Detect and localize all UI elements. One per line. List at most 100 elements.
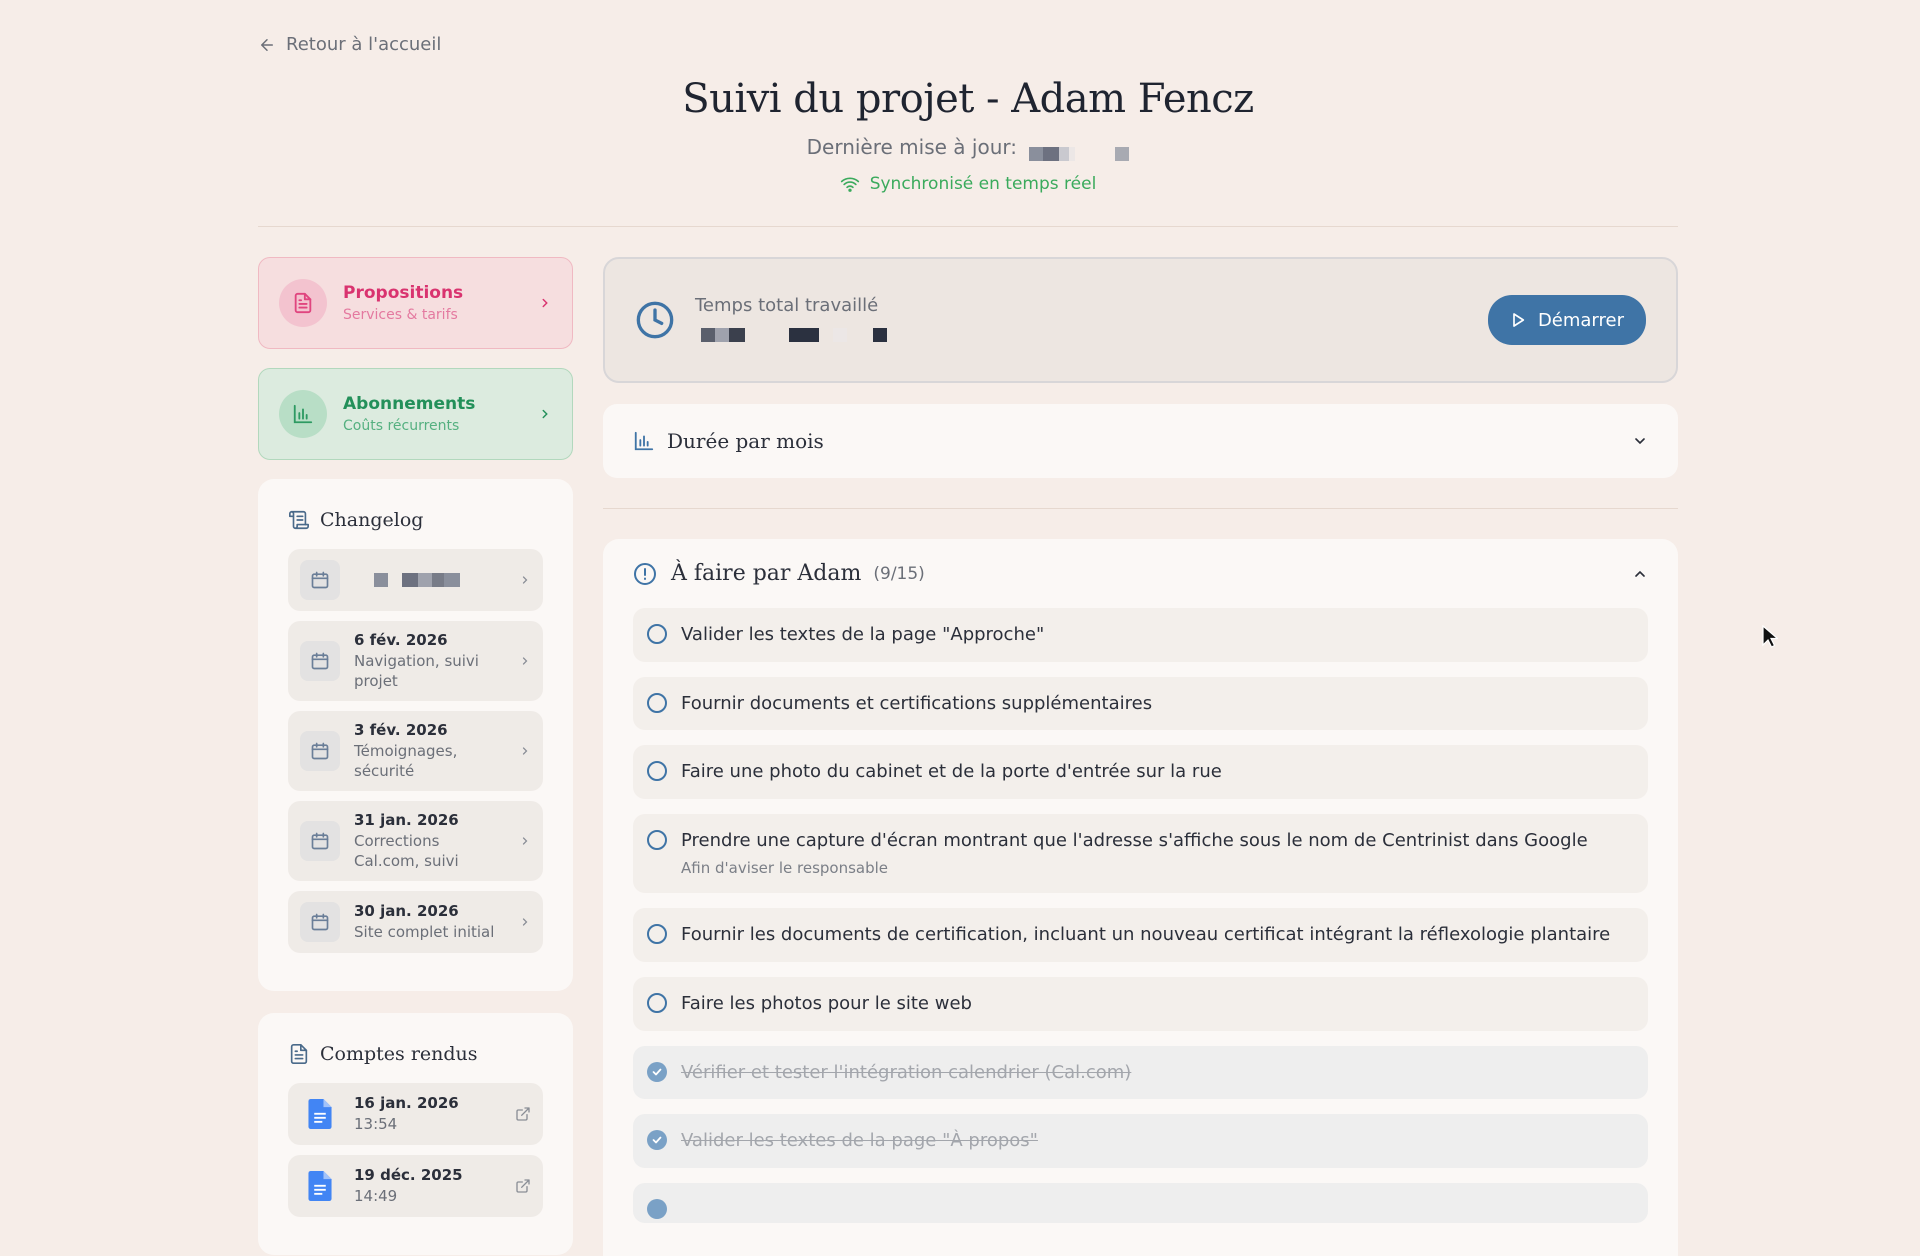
changelog-item[interactable] <box>288 549 543 611</box>
task-item[interactable]: Faire les photos pour le site web <box>633 976 1648 1031</box>
task-text: Valider les textes de la page "Approche" <box>681 624 1045 645</box>
changelog-date: 31 jan. 2026 <box>354 811 459 829</box>
calendar-icon <box>300 731 340 771</box>
chevron-right-icon <box>522 657 528 665</box>
calendar-icon <box>300 902 340 942</box>
redacted-entry <box>354 573 505 587</box>
task-checkbox[interactable] <box>647 924 667 945</box>
chevron-right-icon <box>522 576 528 584</box>
changelog-item[interactable]: 6 fév. 2026 Navigation, suivi projet <box>288 621 543 701</box>
task-text: Faire une photo du cabinet et de la port… <box>681 761 1222 783</box>
propositions-subtitle: Services & tarifs <box>343 307 458 323</box>
task-item-completed[interactable]: Vérifier et tester l'intégration calendr… <box>633 1045 1648 1100</box>
file-text-icon <box>290 1044 308 1064</box>
abonnements-card[interactable]: Abonnements Coûts récurrents <box>258 368 573 460</box>
task-checkbox[interactable] <box>647 692 667 713</box>
task-checkbox[interactable] <box>647 624 667 644</box>
left-column: Propositions Services & tarifs Abonnemen… <box>258 257 573 1255</box>
changelog-title: Changelog <box>320 509 424 531</box>
back-link-label: Retour à l'accueil <box>286 34 442 55</box>
report-date: 16 jan. 2026 <box>354 1093 459 1112</box>
task-checked[interactable] <box>647 1198 667 1219</box>
start-timer-button[interactable]: Démarrer <box>1487 295 1646 345</box>
scroll-icon <box>289 510 309 530</box>
report-time: 14:49 <box>354 1186 398 1205</box>
changelog-desc: Site complet initial <box>354 922 495 941</box>
chevron-right-icon <box>522 747 528 755</box>
task-checked[interactable] <box>647 1061 667 1082</box>
abonnements-title: Abonnements <box>343 394 476 414</box>
timer-card: Temps total travaillé Démarrer <box>603 257 1678 383</box>
abonnements-subtitle: Coûts récurrents <box>343 418 460 434</box>
header-divider <box>258 226 1678 227</box>
task-text: Fournir documents et certifications supp… <box>681 692 1153 714</box>
sync-status: Synchronisé en temps réel <box>258 174 1678 194</box>
task-item[interactable]: Faire une photo du cabinet et de la port… <box>633 745 1648 799</box>
reports-title: Comptes rendus <box>320 1043 478 1065</box>
changelog-panel: Changelog 6 fév. 2026 Navigation, suivi … <box>258 479 573 991</box>
task-item-completed[interactable]: Valider les textes de la page "À propos" <box>633 1114 1648 1168</box>
propositions-title: Propositions <box>343 283 464 303</box>
alert-circle-icon <box>634 562 656 585</box>
section-divider <box>603 508 1678 509</box>
back-link[interactable]: Retour à l'accueil <box>258 34 441 55</box>
changelog-item[interactable]: 31 jan. 2026 Corrections Cal.com, suivi <box>288 801 543 881</box>
monthly-duration-title: Durée par mois <box>667 429 824 453</box>
todo-title: À faire par Adam <box>671 561 862 586</box>
task-item[interactable]: Fournir documents et certifications supp… <box>633 676 1648 731</box>
task-item[interactable]: Fournir les documents de certification, … <box>633 908 1648 962</box>
task-text: Faire les photos pour le site web <box>681 992 972 1014</box>
task-checkbox[interactable] <box>647 761 667 782</box>
task-checkbox[interactable] <box>647 829 667 850</box>
changelog-item[interactable]: 3 fév. 2026 Témoignages, sécurité <box>288 711 543 791</box>
external-link-icon[interactable] <box>515 1106 531 1122</box>
todo-section: À faire par Adam (9/15) Valider les text… <box>603 539 1678 1256</box>
task-note: Afin d'aviser le responsable <box>681 859 889 878</box>
google-doc-icon <box>300 1166 340 1206</box>
calendar-icon <box>300 560 340 600</box>
report-item[interactable]: 16 jan. 2026 13:54 <box>288 1083 543 1145</box>
redacted-date <box>1029 142 1130 161</box>
clock-icon <box>636 301 674 339</box>
check-icon <box>652 1068 662 1075</box>
report-time: 13:54 <box>354 1114 398 1133</box>
changelog-desc: Navigation, suivi projet <box>354 652 479 690</box>
task-text: Fournir les documents de certification, … <box>681 924 1611 946</box>
changelog-desc: Corrections Cal.com, suivi <box>354 832 459 870</box>
mouse-cursor-icon <box>1762 625 1778 648</box>
bar-chart-icon <box>279 390 327 438</box>
calendar-icon <box>300 821 340 861</box>
task-checkbox[interactable] <box>647 992 667 1013</box>
right-column: Temps total travaillé Démarrer Durée par… <box>603 257 1678 1256</box>
page-title: Suivi du projet - Adam Fencz <box>682 76 1254 122</box>
changelog-item[interactable]: 30 jan. 2026 Site complet initial <box>288 891 543 953</box>
task-text: Valider les textes de la page "À propos" <box>681 1130 1038 1152</box>
sync-label: Synchronisé en temps réel <box>869 174 1097 194</box>
chevron-down-icon <box>1635 438 1645 445</box>
task-text: Vérifier et tester l'intégration calendr… <box>681 1061 1132 1083</box>
task-item-completed[interactable] <box>633 1182 1648 1223</box>
monthly-duration-toggle[interactable]: Durée par mois <box>603 404 1678 478</box>
report-date: 19 déc. 2025 <box>354 1165 463 1184</box>
task-item[interactable]: Valider les textes de la page "Approche" <box>633 608 1648 662</box>
check-icon <box>652 1136 662 1144</box>
google-doc-icon <box>300 1094 340 1134</box>
arrow-left-icon <box>261 38 273 51</box>
propositions-card[interactable]: Propositions Services & tarifs <box>258 257 573 349</box>
external-link-icon[interactable] <box>515 1178 531 1194</box>
changelog-desc: Témoignages, sécurité <box>354 742 458 780</box>
task-checked[interactable] <box>647 1130 667 1151</box>
changelog-date: 6 fév. 2026 <box>354 631 448 649</box>
chevron-right-icon <box>522 918 528 926</box>
todo-header[interactable]: À faire par Adam (9/15) <box>633 561 1648 586</box>
report-item[interactable]: 19 déc. 2025 14:49 <box>288 1155 543 1217</box>
wifi-icon <box>840 177 859 192</box>
calendar-icon <box>300 641 340 681</box>
chevron-up-icon[interactable] <box>1632 566 1648 582</box>
changelog-date: 30 jan. 2026 <box>354 901 459 920</box>
last-updated-label: Dernière mise à jour: <box>806 135 1017 159</box>
reports-panel: Comptes rendus 16 jan. 2026 13:54 19 déc… <box>258 1013 573 1255</box>
todo-count: (9/15) <box>873 563 925 584</box>
timer-label: Temps total travaillé <box>695 294 879 316</box>
task-item[interactable]: Prendre une capture d'écran montrant que… <box>633 813 1648 894</box>
